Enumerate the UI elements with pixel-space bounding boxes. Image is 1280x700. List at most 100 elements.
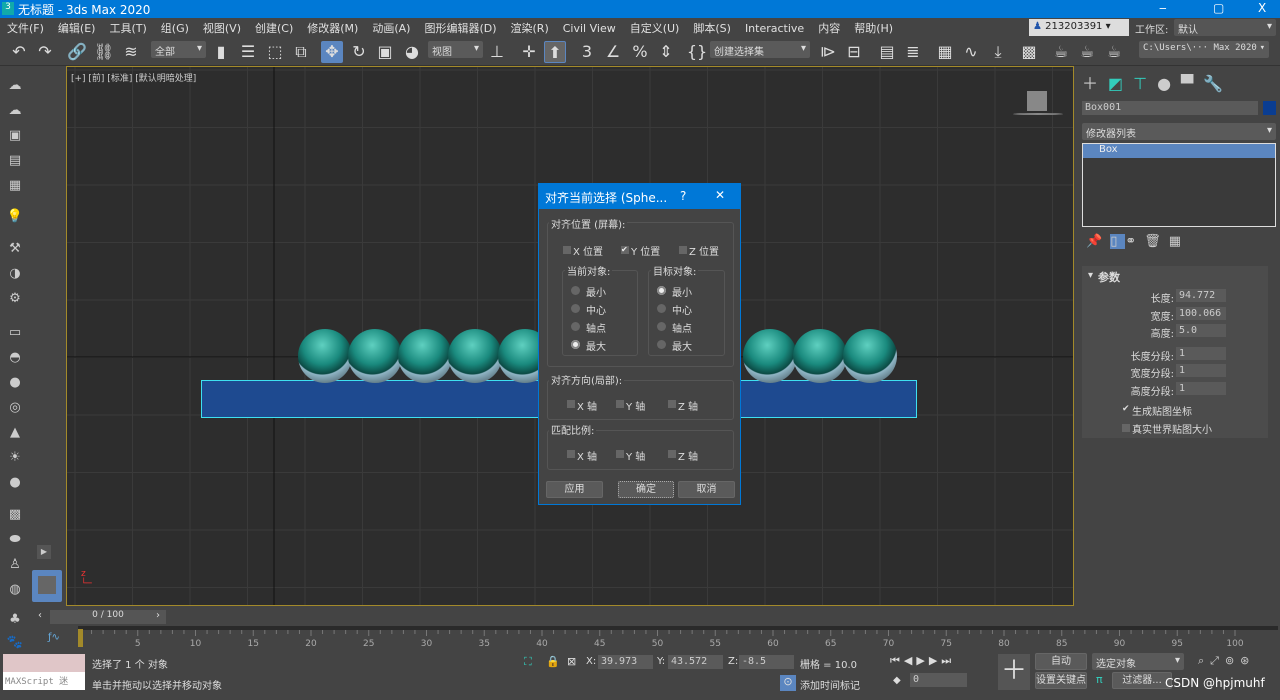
expand-arrow-icon[interactable]: ▶ — [37, 545, 51, 559]
scale-x-checkbox[interactable] — [567, 450, 575, 458]
target-radio[interactable] — [657, 304, 666, 313]
current-radio[interactable] — [571, 304, 580, 313]
selection-lock-icon[interactable]: 🔒 — [546, 655, 560, 668]
add-time-tag[interactable]: 添加时间标记 — [800, 677, 860, 692]
pivot-center-icon[interactable]: ⊥ — [486, 41, 508, 63]
camera-icon[interactable]: ⚙ — [6, 291, 24, 307]
light-icon[interactable]: 💡 — [6, 209, 24, 225]
tool-icon[interactable]: ⚒ — [6, 241, 24, 257]
redo-icon[interactable]: ↷ — [34, 41, 56, 63]
sphere-object[interactable] — [743, 329, 797, 383]
mirror-icon[interactable]: ⧐ — [817, 41, 839, 63]
cloud-icon[interactable]: ☁ — [6, 103, 24, 119]
select-rotate-icon[interactable]: ↻ — [348, 41, 370, 63]
sphere-object[interactable] — [793, 329, 847, 383]
minimize-button[interactable]: ‒ — [1159, 1, 1167, 15]
scale-y-checkbox[interactable] — [616, 450, 624, 458]
object-color-swatch[interactable] — [1263, 101, 1276, 115]
show-end-result-icon[interactable]: ▯ — [1110, 234, 1126, 249]
menu-item[interactable]: 组(G) — [154, 18, 196, 38]
person-icon[interactable]: ♙ — [6, 557, 24, 573]
target-radio[interactable] — [657, 322, 666, 331]
align-icon[interactable]: ⊟ — [843, 41, 865, 63]
target-radio[interactable] — [657, 340, 666, 349]
sphere-object[interactable] — [843, 329, 897, 383]
dope-sheet-icon[interactable]: ⤓ — [987, 41, 1009, 63]
geosphere-icon[interactable]: ● — [6, 475, 24, 491]
hierarchy-tab-icon[interactable]: ⊤ — [1133, 74, 1157, 93]
time-tag-icon[interactable]: ⊙ — [780, 675, 796, 691]
y-position-checkbox[interactable]: ✔ — [621, 246, 629, 254]
curve-editor-toggle-icon[interactable]: ƒ∿ — [48, 632, 60, 643]
display-tab-icon[interactable]: ▀ — [1181, 74, 1203, 93]
select-object-icon[interactable]: ▮ — [210, 41, 232, 63]
globe-icon[interactable]: ◍ — [6, 582, 24, 598]
configure-sets-icon[interactable]: ▦ — [1169, 234, 1189, 249]
param-spinner[interactable]: 5.0 — [1176, 324, 1226, 337]
animal-icon[interactable]: 🐾 — [6, 635, 24, 651]
maxscript-listener[interactable] — [3, 654, 85, 672]
scene-explorer-icon[interactable]: ▤ — [876, 41, 898, 63]
modifier-list-dropdown[interactable]: 修改器列表 — [1082, 123, 1276, 140]
angle-snap-icon[interactable]: ∠ — [602, 41, 624, 63]
make-unique-icon[interactable]: ⚭ — [1125, 234, 1144, 249]
menu-item[interactable]: 自定义(U) — [623, 18, 687, 38]
menu-item[interactable]: 工具(T) — [102, 18, 153, 38]
rendered-frame-icon[interactable]: ☕ — [1076, 41, 1098, 63]
select-scale-icon[interactable]: ▣ — [374, 41, 396, 63]
layer-explorer-icon[interactable]: ≣ — [902, 41, 924, 63]
scale-z-checkbox[interactable] — [668, 450, 676, 458]
render-setup-icon[interactable]: ☕ — [1050, 41, 1072, 63]
capsule-icon[interactable]: ⬬ — [6, 532, 24, 548]
material-editor-icon[interactable]: ▩ — [1018, 41, 1040, 63]
rollout-toggle-icon[interactable]: ▾ — [1088, 270, 1093, 281]
keyboard-shortcut-icon[interactable]: ⬆ — [544, 41, 566, 63]
link-icon[interactable]: 🔗 — [66, 41, 88, 63]
select-by-name-icon[interactable]: ☰ — [237, 41, 259, 63]
x-position-checkbox[interactable] — [563, 246, 571, 254]
set-key-button[interactable]: 设置关键点 — [1035, 672, 1087, 689]
sphere-object[interactable] — [448, 329, 502, 383]
plane-icon[interactable]: ▭ — [6, 325, 24, 341]
viewcube-icon[interactable] — [1027, 91, 1047, 111]
help-button[interactable]: ? — [680, 189, 686, 203]
select-move-icon[interactable]: ✥ — [321, 41, 343, 63]
orient-y-checkbox[interactable] — [616, 400, 624, 408]
snap-toggle-icon[interactable]: 3 — [576, 41, 598, 63]
current-radio[interactable] — [571, 340, 580, 349]
create-geometry-icon[interactable]: ☁ — [6, 78, 24, 94]
document-icon[interactable]: ▤ — [6, 153, 24, 169]
next-frame-icon[interactable]: › — [156, 610, 160, 621]
viewport-nav-icons[interactable]: ⌕⤢⊚⊛ — [1198, 654, 1255, 668]
viewport-label[interactable]: [+] [前] [标准] [默认明暗处理] — [71, 71, 196, 84]
curve-editor-icon[interactable]: ∿ — [960, 41, 982, 63]
percent-snap-icon[interactable]: % — [629, 41, 651, 63]
close-button[interactable]: X — [1258, 1, 1266, 15]
menu-item[interactable]: 脚本(S) — [686, 18, 738, 38]
menu-item[interactable]: 动画(A) — [365, 18, 417, 38]
menu-item[interactable]: 帮助(H) — [847, 18, 900, 38]
sphere-icon[interactable]: ● — [6, 375, 24, 391]
current-frame-input[interactable]: 0 — [910, 673, 967, 687]
time-ruler[interactable]: 5 10 15 20 25 30 35 40 45 50 55 60 65 70 75 80 85 90 95 100 — [78, 626, 1278, 650]
window-crossing-icon[interactable]: ⧉ — [290, 41, 312, 63]
menu-item[interactable]: 编辑(E) — [51, 18, 103, 38]
sphere-object[interactable] — [398, 329, 452, 383]
motion-tab-icon[interactable]: ● — [1157, 74, 1181, 93]
menu-item[interactable]: 图形编辑器(D) — [417, 18, 503, 38]
workspace-dropdown[interactable]: 默认 — [1174, 19, 1276, 36]
sun-icon[interactable]: ☀ — [6, 450, 24, 466]
render-icon[interactable]: ☕ — [1103, 41, 1125, 63]
cancel-button[interactable]: 取消 — [678, 481, 735, 498]
menu-item[interactable]: Interactive — [738, 20, 811, 37]
viewport-thumbnail-button[interactable] — [32, 570, 62, 602]
prev-frame-icon[interactable]: ‹ — [38, 610, 42, 621]
selection-filter-dropdown[interactable]: 全部 — [151, 41, 206, 58]
cone-icon[interactable]: ▲ — [6, 425, 24, 441]
maximize-button[interactable]: ▢ — [1213, 1, 1224, 15]
absolute-mode-icon[interactable]: ⊠ — [567, 655, 576, 668]
object-name-input[interactable]: Box001 — [1082, 101, 1258, 115]
menu-item[interactable]: Civil View — [556, 20, 623, 37]
param-spinner[interactable]: 1 — [1176, 381, 1226, 395]
param-spinner[interactable]: 1 — [1176, 346, 1226, 360]
